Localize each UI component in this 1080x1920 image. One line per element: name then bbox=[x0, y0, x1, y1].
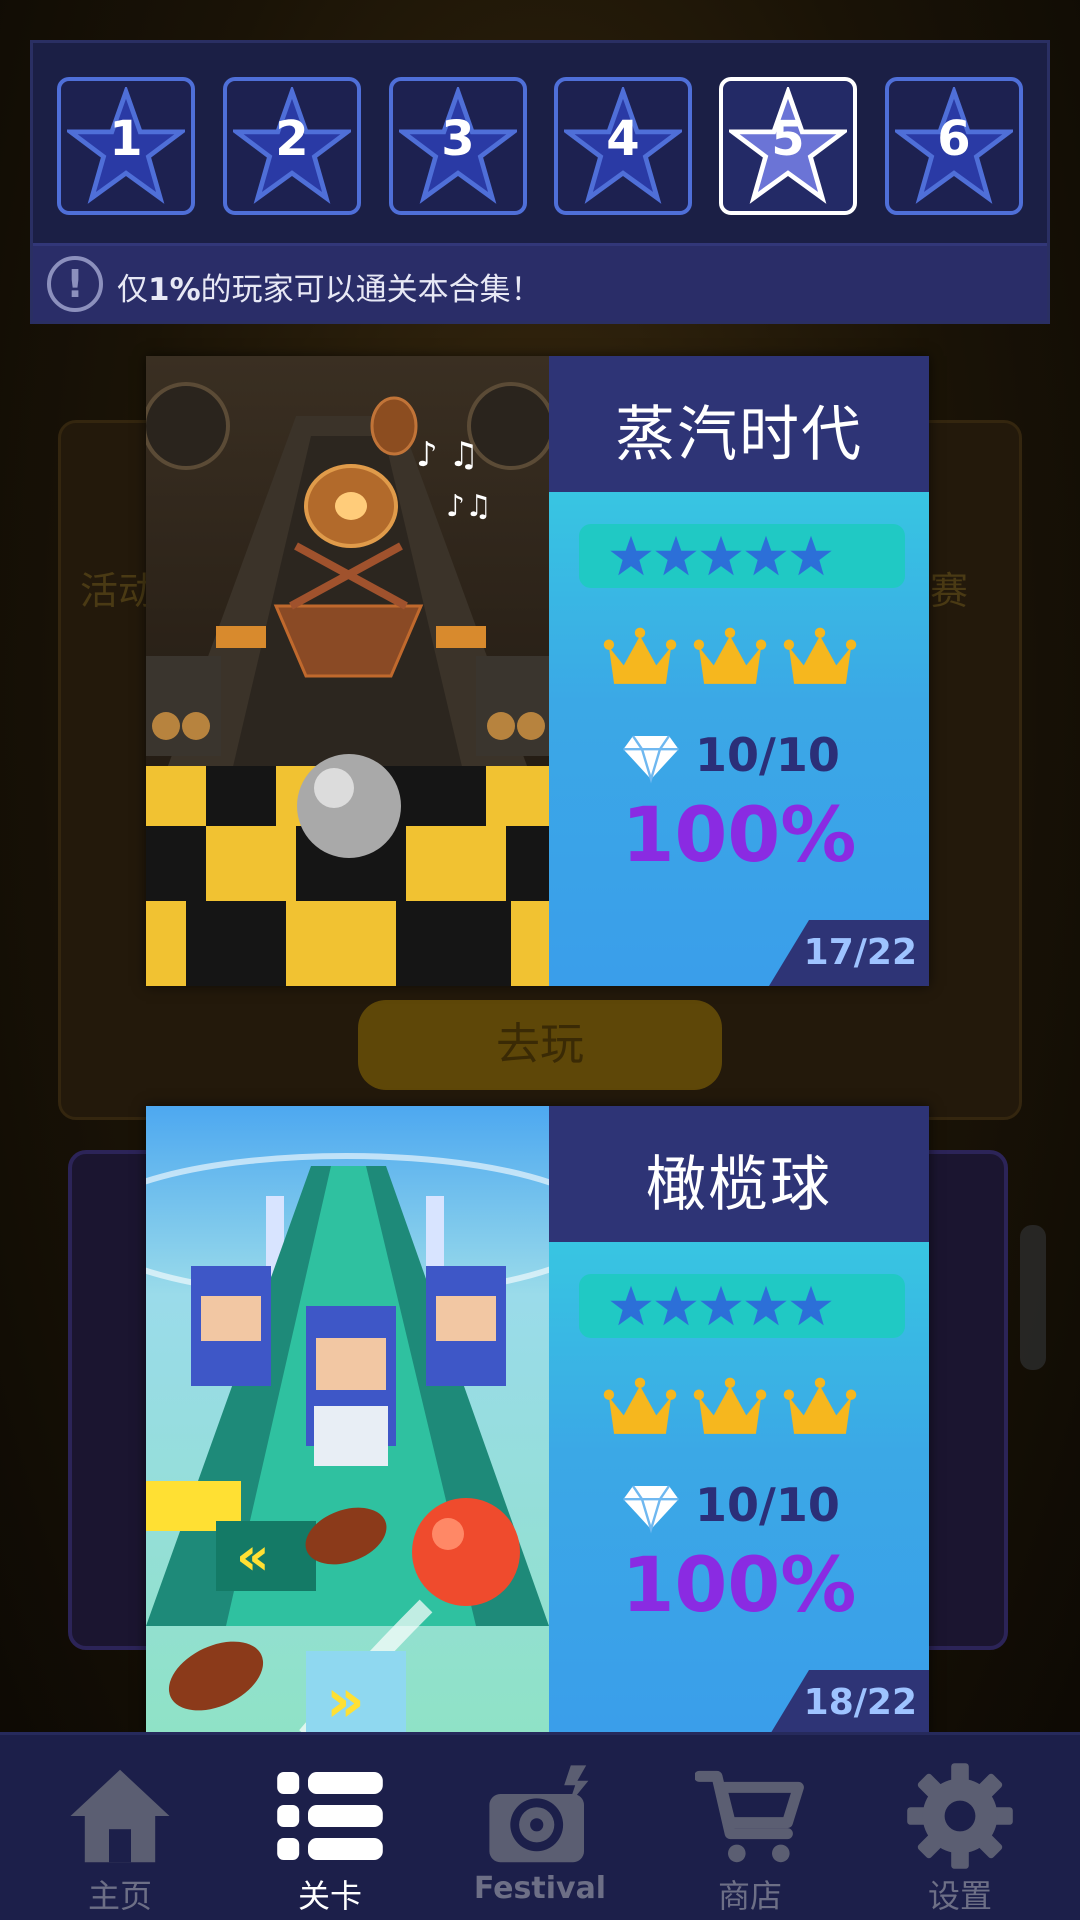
completion-percent: 100% bbox=[621, 1540, 857, 1629]
level-card-steampunk[interactable]: ♪ ♫ ♪♫ 蒸汽时代 10/10 100% 17/22 bbox=[146, 356, 929, 986]
nav-item-levels[interactable]: 关卡 bbox=[225, 1735, 435, 1920]
star-icon bbox=[655, 535, 697, 576]
star-icon bbox=[790, 535, 832, 576]
diamond-icon bbox=[623, 1485, 679, 1534]
bottom-nav: 主页 关卡 Festival 商店 设置 bbox=[0, 1732, 1080, 1920]
star-icon bbox=[700, 1285, 742, 1326]
scrollbar[interactable] bbox=[1020, 1225, 1046, 1370]
star-icon bbox=[700, 535, 742, 576]
crown-icon bbox=[693, 627, 767, 684]
background-right-text: 赛 bbox=[930, 569, 969, 613]
level-index: 17/22 bbox=[803, 932, 917, 973]
chapter-tab-number: 1 bbox=[109, 111, 143, 167]
crown-icon bbox=[693, 1377, 767, 1434]
gem-counter: 10/10 bbox=[621, 1474, 881, 1538]
nav-item-festival[interactable]: Festival bbox=[435, 1735, 645, 1920]
svg-text:»: » bbox=[326, 1666, 365, 1736]
chapter-tab-2[interactable]: 2 bbox=[223, 77, 361, 215]
festival-disc-icon bbox=[489, 1765, 589, 1863]
chapter-selector-panel: 1 2 3 4 5 6 ! 仅1%的玩家可以通关本合集！ bbox=[30, 40, 1050, 324]
level-info-panel: 蒸汽时代 10/10 100% 17/22 bbox=[549, 356, 929, 986]
star-icon bbox=[790, 1285, 832, 1326]
notice-suffix: 的玩家可以通关本合集！ bbox=[200, 272, 542, 308]
chapter-tab-number: 6 bbox=[937, 111, 971, 167]
svg-text:«: « bbox=[236, 1527, 270, 1587]
svg-text:♪♫: ♪♫ bbox=[446, 489, 492, 524]
chapter-tab-row: 1 2 3 4 5 6 bbox=[57, 77, 1037, 217]
level-index: 18/22 bbox=[803, 1682, 917, 1723]
level-crowns bbox=[603, 621, 873, 701]
nav-label-levels: 关卡 bbox=[297, 1877, 362, 1915]
chapter-tab-3[interactable]: 3 bbox=[389, 77, 527, 215]
notice-highlight: 1% bbox=[148, 272, 201, 308]
level-title-bar: 蒸汽时代 bbox=[549, 356, 929, 492]
nav-item-home[interactable]: 主页 bbox=[15, 1735, 225, 1920]
chapter-tab-number: 4 bbox=[606, 111, 640, 167]
notice-prefix: 仅 bbox=[117, 272, 148, 308]
notice-text: 仅1%的玩家可以通关本合集！ bbox=[117, 264, 542, 309]
star-icon bbox=[655, 1285, 697, 1326]
gem-count: 10/10 bbox=[695, 1478, 840, 1532]
level-crowns bbox=[603, 1371, 873, 1451]
crown-icon bbox=[783, 627, 857, 684]
nav-label-shop: 商店 bbox=[717, 1877, 782, 1915]
list-icon bbox=[277, 1772, 383, 1860]
level-index-tab: 17/22 bbox=[769, 920, 929, 986]
diamond-icon bbox=[623, 735, 679, 784]
level-card-rugby[interactable]: « » 橄榄球 10/10 100% 18/22 bbox=[146, 1106, 929, 1736]
level-stars bbox=[579, 524, 905, 588]
nav-label-settings: 设置 bbox=[927, 1877, 992, 1915]
chapter-tab-4[interactable]: 4 bbox=[554, 77, 692, 215]
gem-count: 10/10 bbox=[695, 728, 840, 782]
nav-item-settings[interactable]: 设置 bbox=[855, 1735, 1065, 1920]
crown-icon bbox=[603, 627, 677, 684]
nav-label-festival: Festival bbox=[473, 1871, 607, 1906]
nav-item-shop[interactable]: 商店 bbox=[645, 1735, 855, 1920]
chapter-tab-1[interactable]: 1 bbox=[57, 77, 195, 215]
gear-icon bbox=[907, 1763, 1013, 1869]
exclamation-icon: ! bbox=[47, 256, 103, 312]
star-icon bbox=[610, 1285, 652, 1326]
level-index-tab: 18/22 bbox=[769, 1670, 929, 1736]
crown-icon bbox=[783, 1377, 857, 1434]
level-stars bbox=[579, 1274, 905, 1338]
rugby-level-art: « » bbox=[146, 1106, 549, 1736]
steampunk-level-art: ♪ ♫ ♪♫ bbox=[146, 356, 549, 986]
crown-icon bbox=[603, 1377, 677, 1434]
chapter-tab-number: 2 bbox=[275, 111, 309, 167]
chapter-tab-number: 3 bbox=[441, 111, 475, 167]
svg-text:♪ ♫: ♪ ♫ bbox=[416, 435, 479, 475]
star-icon bbox=[745, 1285, 787, 1326]
chapter-tab-number: 5 bbox=[771, 111, 805, 167]
star-icon bbox=[745, 535, 787, 576]
star-icon bbox=[610, 535, 652, 576]
chapter-tab-6[interactable]: 6 bbox=[885, 77, 1023, 215]
level-title: 橄榄球 bbox=[646, 1150, 832, 1220]
level-info-panel: 橄榄球 10/10 100% 18/22 bbox=[549, 1106, 929, 1736]
background-left-text: 活动 bbox=[80, 569, 157, 613]
nav-label-home: 主页 bbox=[87, 1877, 152, 1915]
home-icon bbox=[70, 1769, 170, 1863]
chapter-tab-5[interactable]: 5 bbox=[719, 77, 857, 215]
cart-icon bbox=[695, 1770, 804, 1863]
completion-percent: 100% bbox=[621, 790, 857, 879]
level-title: 蒸汽时代 bbox=[615, 400, 863, 470]
notice-bar: ! 仅1%的玩家可以通关本合集！ bbox=[33, 243, 1047, 321]
gem-counter: 10/10 bbox=[621, 724, 881, 788]
background-play-button: 去玩 bbox=[358, 1000, 722, 1090]
level-title-bar: 橄榄球 bbox=[549, 1106, 929, 1242]
